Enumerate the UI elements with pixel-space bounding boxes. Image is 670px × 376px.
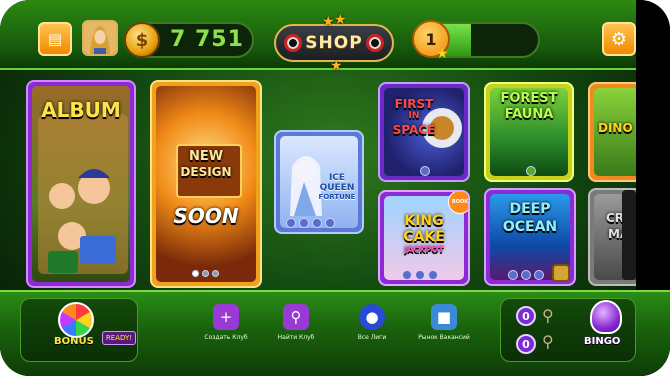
feature-dot <box>508 270 518 280</box>
bonus-wheel-icon[interactable] <box>58 302 94 338</box>
first-in-space-line1: FIRST <box>394 97 434 111</box>
king-cake-line1: KING <box>404 213 444 229</box>
shop-label: SHOP <box>305 33 363 53</box>
settings-button[interactable]: ⚙ <box>602 22 636 56</box>
king-cake-line2: CAKE <box>403 229 445 245</box>
key-icon: ⚲ <box>542 332 554 351</box>
market-stall-icon: ■ <box>431 304 457 330</box>
create-club-label: Создать Клуб <box>204 334 248 341</box>
book-badge: BOOK <box>448 192 468 214</box>
all-leagues-button[interactable]: ● Все Лиги <box>332 304 412 350</box>
king-cake-tile[interactable]: KING CAKE JACKPOT BOOK <box>378 190 470 286</box>
feature-dot <box>325 218 335 228</box>
feature-dot <box>312 218 322 228</box>
key-icon: ⚲ <box>542 306 554 325</box>
feature-dots <box>286 218 335 228</box>
star-icon: ★ <box>322 14 335 30</box>
vacancy-market-label: Рынок Вакансий <box>418 334 470 341</box>
scroll-handle[interactable] <box>622 190 636 280</box>
new-design-tile[interactable]: NEW DESIGN SOON <box>150 80 262 288</box>
soon-label: SOON <box>173 204 239 228</box>
bingo-label[interactable]: BINGO <box>584 336 620 347</box>
deep-ocean-tile[interactable]: DEEP OCEAN <box>484 188 576 286</box>
avatar[interactable] <box>82 20 118 56</box>
feature-dot <box>415 270 425 280</box>
level-number: 1 <box>425 29 437 49</box>
carousel-dots <box>192 270 219 277</box>
star-icon: ★ <box>436 46 449 62</box>
count-badge-bottom: 0 <box>516 334 536 354</box>
forest-fauna-tile[interactable]: FOREST FAUNA <box>484 82 574 182</box>
new-design-line1: NEW <box>188 149 224 164</box>
feature-dots <box>508 270 544 280</box>
first-in-space-line3: SPACE <box>392 123 436 137</box>
globe-icon: ● <box>359 304 385 330</box>
star-icon: ★ <box>330 58 343 74</box>
star-icon: ★ <box>334 12 347 28</box>
lock-icon <box>552 264 570 282</box>
magnifier-icon: ⚲ <box>283 304 309 330</box>
count-badge-top: 0 <box>516 306 536 326</box>
all-leagues-label: Все Лиги <box>357 334 387 341</box>
poker-chip-icon <box>284 34 302 52</box>
feature-dot <box>521 270 531 280</box>
leaderboard-button[interactable]: ▤ <box>38 22 72 56</box>
carousel-dot[interactable] <box>212 270 219 277</box>
forest-fauna-line1: FOREST <box>500 91 558 106</box>
feature-dot <box>534 270 544 280</box>
coin-count: 7 751 <box>170 27 244 52</box>
vacancy-market-button[interactable]: ■ Рынок Вакансий <box>404 304 484 350</box>
album-tile[interactable]: ALBUM <box>26 80 136 288</box>
podium-icon: ▤ <box>47 30 63 48</box>
coin-icon: $ <box>124 22 160 58</box>
king-cake-line3: JACKPOT <box>404 245 444 254</box>
feature-dot <box>420 166 430 176</box>
find-club-button[interactable]: ⚲ Найти Клуб <box>256 304 336 350</box>
feature-dot <box>526 166 536 176</box>
feature-dot <box>286 218 296 228</box>
ready-badge: READY! <box>102 331 136 345</box>
forest-fauna-line2: FAUNA <box>504 107 554 122</box>
feature-dot <box>299 218 309 228</box>
create-club-button[interactable]: + Создать Клуб <box>186 304 266 350</box>
album-title: ALBUM <box>41 98 121 122</box>
first-in-space-tile[interactable]: FIRST IN SPACE <box>378 82 470 182</box>
deep-ocean-line2: OCEAN <box>502 219 558 235</box>
feature-dot <box>428 270 438 280</box>
coin-balance[interactable]: $ 7 751 <box>124 22 254 58</box>
feature-dots <box>402 270 438 280</box>
new-design-line2: DESIGN <box>180 165 232 179</box>
ice-queen-line3: FORTUNE <box>318 193 356 201</box>
find-club-label: Найти Клуб <box>277 334 315 341</box>
bingo-ball-icon[interactable] <box>590 300 622 334</box>
carousel-dot[interactable] <box>202 270 209 277</box>
feature-dot <box>402 270 412 280</box>
poker-chip-icon <box>366 34 384 52</box>
bonus-label[interactable]: BONUS <box>54 336 94 347</box>
first-in-space-line2: IN <box>408 111 420 121</box>
ice-queen-tile[interactable]: ICE QUEEN FORTUNE <box>274 130 364 234</box>
carousel-dot[interactable] <box>192 270 199 277</box>
gear-icon: ⚙ <box>610 28 628 50</box>
shield-plus-icon: + <box>213 304 239 330</box>
game-screen: ▤ $ 7 751 SHOP ★ ★ ★ 1 ★ ⚙ ALBUM NEW DES… <box>0 0 670 376</box>
player-portrait-icon <box>84 22 116 54</box>
deep-ocean-line1: DEEP <box>509 201 551 217</box>
